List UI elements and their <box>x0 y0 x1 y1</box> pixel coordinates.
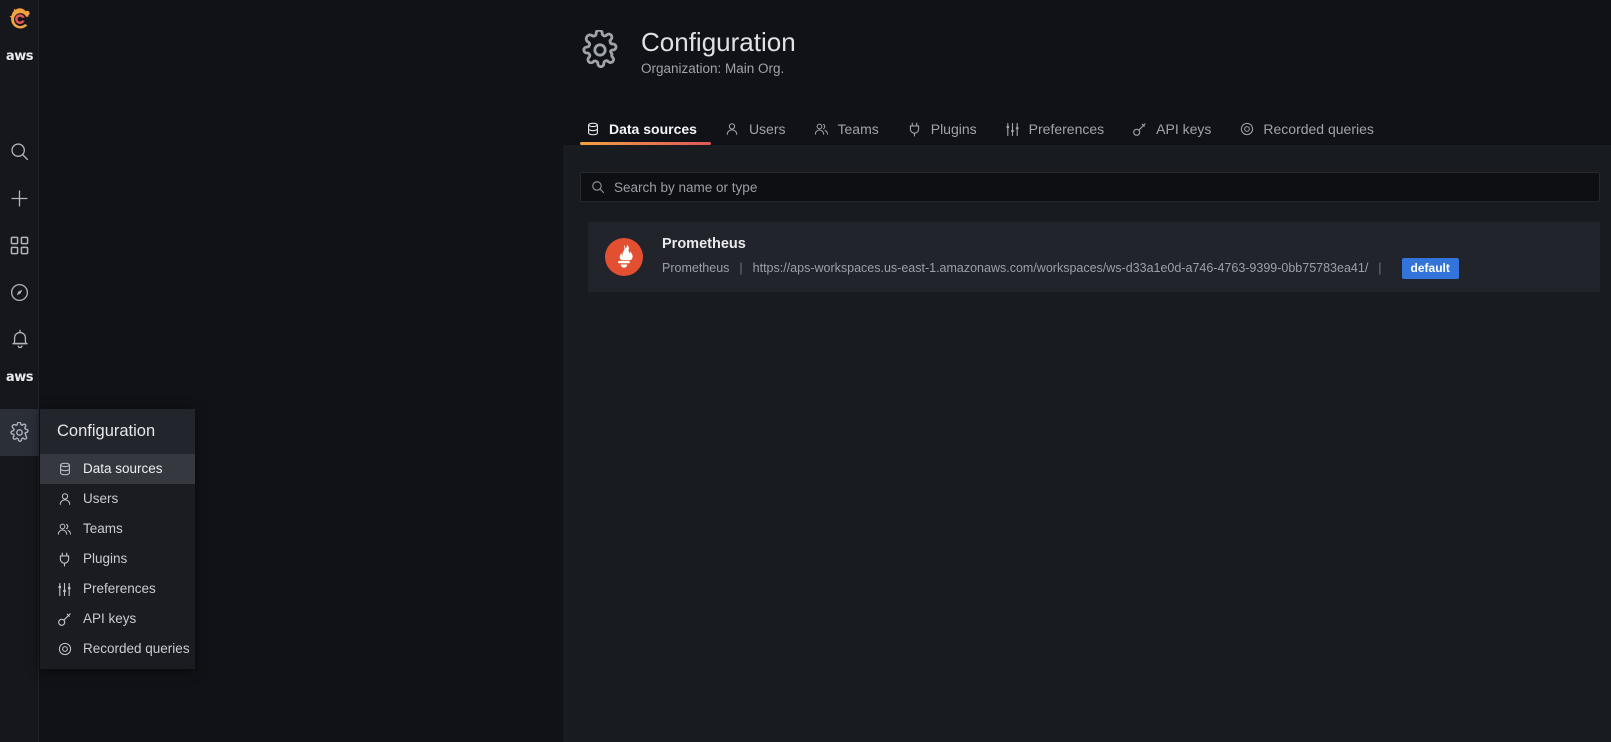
search-icon <box>9 141 30 162</box>
flyout-item-label: API keys <box>83 611 137 626</box>
flyout-item-data-sources[interactable]: Data sources <box>40 454 195 484</box>
page-title-block: Configuration Organization: Main Org. <box>641 27 796 76</box>
flyout-item-api-keys[interactable]: API keys <box>40 604 195 634</box>
page-title: Configuration <box>641 27 796 57</box>
flyout-item-label: Data sources <box>83 461 163 476</box>
flyout-item-preferences[interactable]: Preferences <box>40 574 195 604</box>
compass-icon <box>9 282 30 303</box>
data-source-card[interactable]: Prometheus Prometheus | https://aps-work… <box>588 222 1600 292</box>
tab-recorded-queries[interactable]: Recorded queries <box>1225 113 1388 145</box>
plug-icon <box>57 552 72 567</box>
sidebar-item-explore[interactable] <box>0 269 39 316</box>
flyout-item-label: Plugins <box>83 551 128 566</box>
tab-plugins[interactable]: Plugins <box>893 113 991 145</box>
tab-preferences[interactable]: Preferences <box>991 113 1118 145</box>
plus-icon <box>9 188 30 209</box>
aws-wordmark-label: aws <box>5 49 34 64</box>
data-source-url: https://aps-workspaces.us-east-1.amazona… <box>752 261 1369 275</box>
tab-api-keys[interactable]: API keys <box>1118 113 1225 145</box>
data-source-details: Prometheus | https://aps-workspaces.us-e… <box>662 257 1459 279</box>
search-input[interactable] <box>614 179 1589 195</box>
record-dot-icon <box>1239 122 1254 137</box>
flyout-title: Configuration <box>40 409 195 454</box>
main-nav-rail: aws aws <box>0 0 39 742</box>
tab-data-sources[interactable]: Data sources <box>580 113 711 145</box>
flyout-item-recorded-queries[interactable]: Recorded queries <box>40 634 195 664</box>
aws-swoosh-icon <box>9 64 31 71</box>
apps-grid-icon <box>10 236 29 255</box>
sliders-icon <box>1005 122 1020 137</box>
gear-icon-large <box>580 30 620 70</box>
sidebar-item-alerting[interactable] <box>0 316 39 363</box>
users-icon <box>57 522 72 537</box>
user-icon <box>57 492 72 507</box>
plug-icon <box>907 122 922 137</box>
flyout-item-plugins[interactable]: Plugins <box>40 544 195 574</box>
user-icon <box>725 122 740 137</box>
aws-logo-bottom[interactable]: aws <box>0 365 39 399</box>
tab-label: Recorded queries <box>1263 121 1374 137</box>
data-source-name: Prometheus <box>662 235 746 252</box>
aws-wordmark-label-bottom: aws <box>5 370 34 385</box>
sidebar-item-search[interactable] <box>0 128 39 175</box>
prometheus-logo-icon <box>605 238 643 276</box>
grafana-logo-icon[interactable] <box>0 0 39 40</box>
database-icon <box>585 122 600 137</box>
key-icon <box>1132 122 1147 137</box>
search-icon <box>591 180 605 194</box>
data-source-meta: Prometheus Prometheus | https://aps-work… <box>662 236 1459 279</box>
tab-label: Users <box>748 121 786 137</box>
record-dot-icon <box>57 642 72 657</box>
flyout-item-label: Preferences <box>83 581 156 596</box>
data-source-type: Prometheus <box>662 261 730 275</box>
key-icon <box>57 612 72 627</box>
page-header-row: Configuration Organization: Main Org. <box>580 27 796 76</box>
flyout-item-teams[interactable]: Teams <box>40 514 195 544</box>
database-icon <box>57 462 72 477</box>
tab-label: Data sources <box>609 121 697 137</box>
flyout-item-label: Recorded queries <box>83 641 190 656</box>
configuration-flyout-menu: Configuration Data sources Users Teams P… <box>40 409 195 669</box>
flyout-item-label: Users <box>83 491 119 506</box>
status-badge-default: default <box>1401 257 1459 279</box>
sliders-icon <box>57 582 72 597</box>
flyout-item-users[interactable]: Users <box>40 484 195 514</box>
tab-label: Plugins <box>930 121 977 137</box>
search-bar[interactable] <box>580 172 1600 202</box>
tab-label: API keys <box>1156 121 1212 137</box>
tab-teams[interactable]: Teams <box>800 113 893 145</box>
configuration-content-panel: Configuration Organization: Main Org. Da… <box>563 0 1611 742</box>
detail-separator: | <box>739 261 743 275</box>
tab-label: Teams <box>837 121 879 137</box>
detail-separator-2: | <box>1378 261 1382 275</box>
gear-icon <box>9 422 30 443</box>
configuration-tabbar: Data sources Users Teams Plugins Prefere… <box>580 113 1388 145</box>
aws-logo-top[interactable]: aws <box>0 44 39 78</box>
bell-icon <box>10 329 30 350</box>
flyout-item-label: Teams <box>83 521 123 536</box>
sidebar-item-configuration[interactable] <box>0 409 39 456</box>
page-subtitle: Organization: Main Org. <box>641 61 785 76</box>
users-icon <box>814 122 829 137</box>
grafana-app-window: aws aws Configuration Data sources Users… <box>0 0 1611 742</box>
page-header: Configuration Organization: Main Org. Da… <box>563 0 1611 145</box>
tab-label: Preferences <box>1028 121 1105 137</box>
sidebar-item-dashboards[interactable] <box>0 222 39 269</box>
sidebar-item-create[interactable] <box>0 175 39 222</box>
aws-swoosh-icon-bottom <box>9 385 31 392</box>
tab-users[interactable]: Users <box>711 113 800 145</box>
